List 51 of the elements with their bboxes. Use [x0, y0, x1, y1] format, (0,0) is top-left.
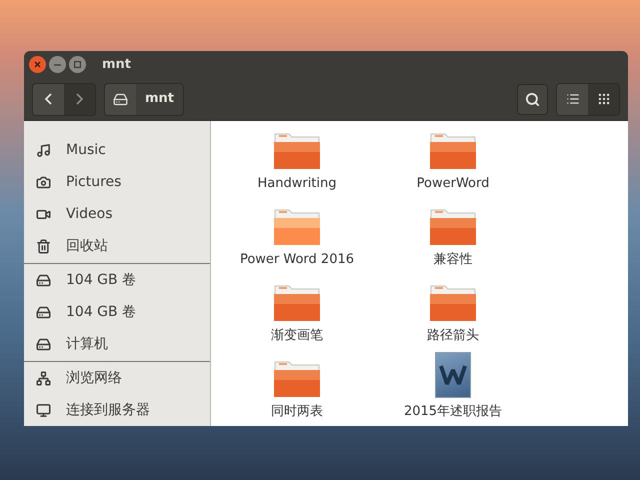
search-button[interactable] — [517, 84, 548, 114]
folder-item[interactable]: PowerWord — [375, 124, 531, 200]
chevron-left-icon — [45, 93, 52, 105]
folder-item[interactable]: 同时两表 — [219, 352, 375, 426]
minimize-button[interactable] — [49, 56, 66, 73]
chevron-right-icon — [76, 93, 83, 105]
hard-drive-icon — [36, 304, 51, 320]
folder-item[interactable]: 渐变画笔 — [219, 276, 375, 352]
file-name: PowerWord — [416, 175, 490, 193]
sidebar-item[interactable]: 连接到服务器 — [24, 394, 210, 426]
sidebar-item[interactable]: Videos — [24, 198, 210, 230]
maximize-icon — [74, 61, 81, 68]
folder-item[interactable]: 路径箭头 — [375, 276, 531, 352]
music-note-icon — [36, 142, 51, 158]
drive-path-button[interactable] — [105, 84, 136, 114]
file-name: 路径箭头 — [427, 327, 479, 345]
hard-drive-icon — [36, 336, 51, 352]
file-name: 同时两表 — [271, 403, 323, 421]
monitor-icon — [36, 402, 51, 418]
file-name: Handwriting — [257, 175, 337, 193]
maximize-button[interactable] — [69, 56, 86, 73]
trash-icon — [36, 238, 51, 254]
minimize-icon — [54, 64, 61, 66]
hard-drive-icon — [113, 92, 128, 106]
sidebar-item[interactable]: 104 GB 卷 — [24, 264, 210, 296]
file-name: 渐变画笔 — [271, 327, 323, 345]
search-icon — [525, 92, 540, 106]
file-name: Power Word 2016 — [240, 251, 354, 269]
grid-view-button[interactable] — [588, 84, 619, 114]
sidebar-item[interactable]: 计算机 — [24, 328, 210, 360]
back-button[interactable] — [33, 84, 64, 114]
list-view-button[interactable] — [557, 84, 588, 114]
hard-drive-icon — [36, 272, 51, 288]
folder-item[interactable]: 兼容性 — [375, 200, 531, 276]
camera-icon — [36, 174, 51, 190]
sidebar-item[interactable]: 104 GB 卷 — [24, 296, 210, 328]
folder-item[interactable]: Handwriting — [219, 124, 375, 200]
sidebar-item[interactable]: 回收站 — [24, 230, 210, 262]
sidebar-item[interactable]: 浏览网络 — [24, 362, 210, 394]
close-icon — [34, 61, 41, 68]
sidebar-item[interactable]: Music — [24, 134, 210, 166]
network-icon — [36, 370, 51, 386]
window-title: mnt — [102, 56, 132, 74]
close-button[interactable] — [29, 56, 46, 73]
list-icon — [566, 92, 580, 106]
file-name: 2015年述职报告 — [404, 403, 502, 421]
file-name: 兼容性 — [434, 251, 472, 269]
folder-item[interactable]: Power Word 2016 — [219, 200, 375, 276]
grid-icon — [596, 92, 610, 106]
document-item[interactable]: 2015年述职报告 — [375, 352, 531, 426]
sidebar-item[interactable]: Pictures — [24, 166, 210, 198]
